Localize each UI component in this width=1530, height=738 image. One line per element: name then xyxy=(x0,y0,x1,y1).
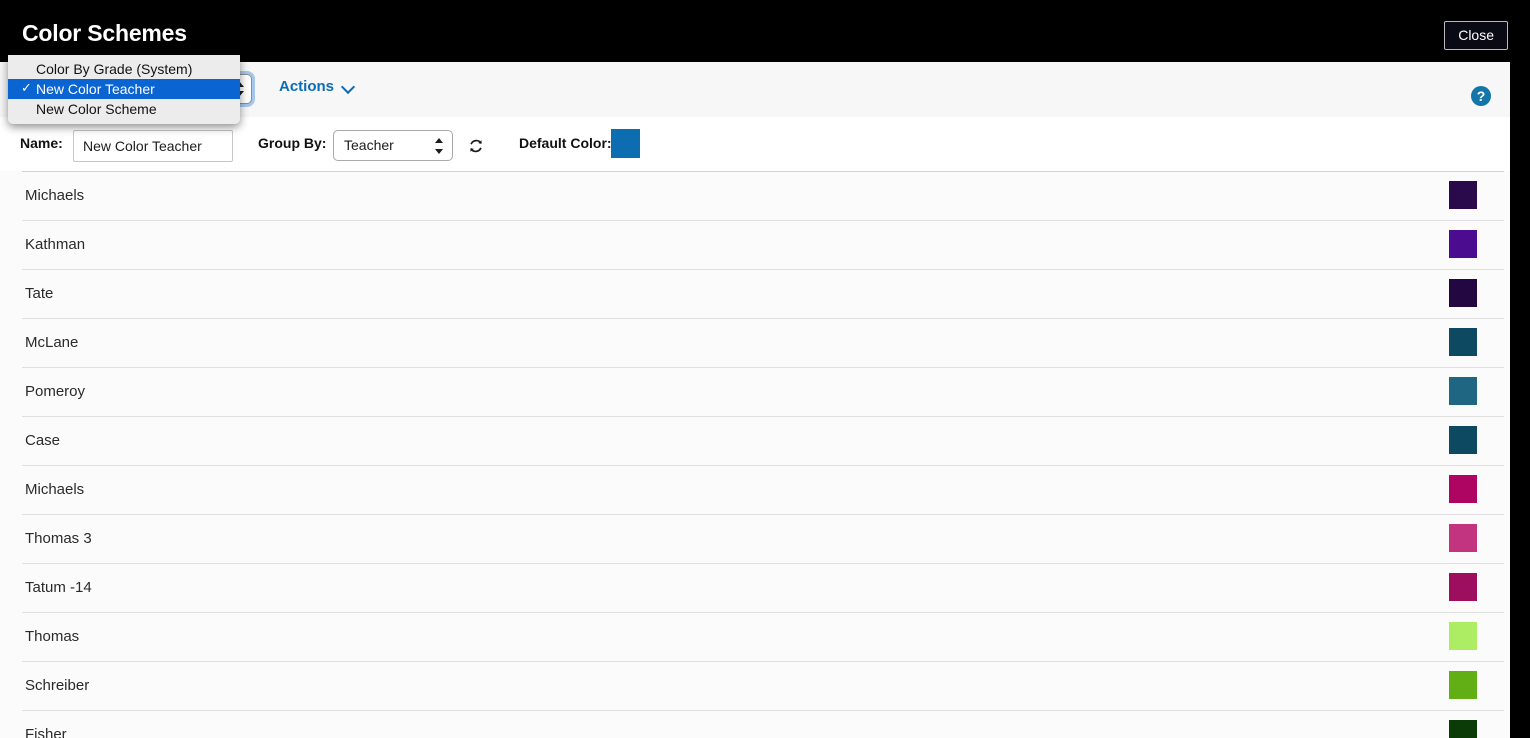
default-color-label: Default Color: xyxy=(519,135,612,151)
table-row[interactable]: Thomas 3 xyxy=(22,514,1504,563)
row-color-swatch[interactable] xyxy=(1449,279,1477,307)
row-color-swatch[interactable] xyxy=(1449,328,1477,356)
group-by-select[interactable]: Teacher xyxy=(333,130,453,161)
row-label: Schreiber xyxy=(25,677,90,694)
group-by-label: Group By: xyxy=(258,135,327,151)
group-by-value: Teacher xyxy=(344,137,394,153)
row-color-swatch[interactable] xyxy=(1449,181,1477,209)
row-color-swatch[interactable] xyxy=(1449,671,1477,699)
row-label: McLane xyxy=(25,334,79,351)
row-label: Michaels xyxy=(25,481,85,498)
dropdown-item-label: New Color Teacher xyxy=(36,81,155,97)
app-root: Color Schemes Close Actions ? Name: Grou… xyxy=(0,0,1530,738)
help-icon[interactable]: ? xyxy=(1471,86,1491,106)
table-row[interactable]: Michaels xyxy=(22,465,1504,514)
row-label: Case xyxy=(25,432,61,449)
default-color-swatch[interactable] xyxy=(611,129,640,158)
table-row[interactable]: Pomeroy xyxy=(22,367,1504,416)
row-color-swatch[interactable] xyxy=(1449,426,1477,454)
table-row[interactable]: Schreiber xyxy=(22,661,1504,710)
name-label: Name: xyxy=(20,135,63,151)
page-title: Color Schemes xyxy=(22,20,187,46)
color-rows-scroll-area[interactable]: Michaels Kathman Tate McLane Pomeroy Case Mich… xyxy=(0,171,1510,738)
row-label: Thomas xyxy=(25,628,80,645)
close-button[interactable]: Close xyxy=(1444,21,1508,50)
stepper-arrows-icon xyxy=(435,137,444,155)
refresh-icon[interactable] xyxy=(468,138,484,154)
table-row[interactable]: Case xyxy=(22,416,1504,465)
row-color-swatch[interactable] xyxy=(1449,720,1477,738)
row-label: Kathman xyxy=(25,236,86,253)
row-color-swatch[interactable] xyxy=(1449,377,1477,405)
table-row[interactable]: Fisher xyxy=(22,710,1504,738)
row-label: Tatum -14 xyxy=(25,579,92,596)
actions-menu-label: Actions xyxy=(279,78,335,95)
dropdown-item[interactable]: New Color Scheme xyxy=(8,99,240,119)
dropdown-item-label: New Color Scheme xyxy=(36,101,157,117)
row-color-swatch[interactable] xyxy=(1449,475,1477,503)
name-input[interactable] xyxy=(73,130,233,162)
table-row[interactable]: McLane xyxy=(22,318,1504,367)
table-row[interactable]: Kathman xyxy=(22,220,1504,269)
dropdown-item[interactable]: Color By Grade (System) xyxy=(8,59,240,79)
row-label: Fisher xyxy=(25,726,67,738)
row-color-swatch[interactable] xyxy=(1449,524,1477,552)
check-icon: ✓ xyxy=(21,80,32,95)
color-rows-list: Michaels Kathman Tate McLane Pomeroy Case Mich… xyxy=(22,171,1504,738)
table-row[interactable]: Michaels xyxy=(22,171,1504,220)
row-color-swatch[interactable] xyxy=(1449,622,1477,650)
color-schemes-panel: Actions ? Name: Group By: Teacher xyxy=(0,62,1510,738)
scheme-form-row: Name: Group By: Teacher Default Color: xyxy=(0,117,1510,171)
row-color-swatch[interactable] xyxy=(1449,573,1477,601)
row-label: Michaels xyxy=(25,187,85,204)
dropdown-item-label: Color By Grade (System) xyxy=(36,61,193,77)
chevron-down-icon xyxy=(343,81,354,92)
row-color-swatch[interactable] xyxy=(1449,230,1477,258)
table-row[interactable]: Tatum -14 xyxy=(22,563,1504,612)
scheme-select-dropdown[interactable]: Color By Grade (System) ✓ New Color Teache… xyxy=(8,55,240,124)
row-label: Thomas 3 xyxy=(25,530,92,547)
table-row[interactable]: Tate xyxy=(22,269,1504,318)
row-label: Pomeroy xyxy=(25,383,86,400)
row-label: Tate xyxy=(25,285,54,302)
table-row[interactable]: Thomas xyxy=(22,612,1504,661)
actions-menu-button[interactable]: Actions xyxy=(279,78,354,95)
dropdown-item[interactable]: ✓ New Color Teacher xyxy=(8,79,240,99)
